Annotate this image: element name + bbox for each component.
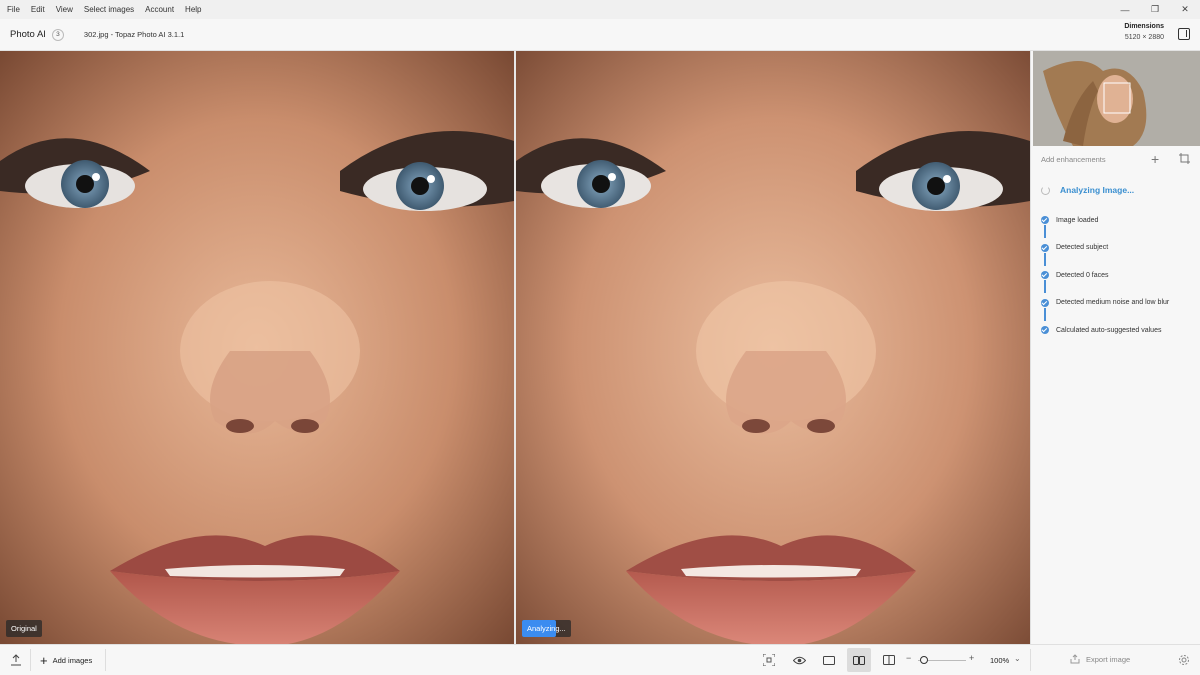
check-icon [1041, 326, 1049, 334]
zoom-level[interactable]: 100% [990, 656, 1009, 665]
original-image [0, 51, 514, 644]
step-connector [1044, 307, 1046, 321]
separator [1030, 649, 1031, 671]
step-label: Image loaded [1056, 216, 1099, 224]
dimensions-info: Dimensions 5120 × 2880 [1124, 23, 1164, 41]
menu-account[interactable]: Account [141, 5, 178, 14]
step-label: Detected medium noise and low blur [1056, 299, 1170, 306]
analysis-steps: Image loaded Detected subject Detected 0… [1041, 213, 1169, 351]
check-icon [1041, 271, 1049, 279]
analysis-step: Detected 0 faces [1041, 268, 1169, 293]
zoom-slider-knob[interactable] [920, 656, 928, 664]
step-label: Detected 0 faces [1056, 271, 1109, 279]
separator [30, 649, 31, 671]
menu-edit[interactable]: Edit [27, 5, 49, 14]
menu-file[interactable]: File [3, 5, 24, 14]
add-images-label: Add images [52, 656, 93, 665]
restore-button[interactable]: ❐ [1140, 0, 1170, 19]
right-sidebar: Add enhancements + Analyzing Image... Im… [1030, 51, 1200, 644]
spinner-icon [1041, 185, 1050, 195]
upload-icon[interactable] [10, 654, 22, 666]
plus-icon: + [40, 653, 48, 668]
analysis-step: Image loaded [1041, 213, 1169, 238]
step-connector [1044, 252, 1046, 266]
chevron-down-icon[interactable]: ⌄ [1014, 654, 1021, 663]
add-images-button[interactable]: + Add images [40, 653, 92, 668]
analyzing-tag-label: Analyzing... [527, 624, 566, 633]
single-view-icon[interactable] [821, 652, 837, 668]
add-enhancement-icon[interactable]: + [1151, 151, 1159, 167]
image-viewer: Original Analyzing... [0, 51, 1030, 644]
bottom-toolbar: + Add images − + 100% ⌄ Export image [0, 644, 1200, 675]
app-badge: 3 [51, 28, 64, 41]
preview-pane[interactable]: Analyzing... [516, 51, 1030, 644]
side-by-side-view-icon[interactable] [847, 648, 871, 672]
crop-icon[interactable] [1179, 153, 1190, 164]
preview-image [516, 51, 1030, 644]
original-pane[interactable]: Original [0, 51, 514, 644]
step-connector [1044, 280, 1046, 293]
export-icon [1070, 654, 1080, 664]
step-label: Calculated auto-suggested values [1056, 326, 1162, 334]
analysis-step: Detected subject [1041, 241, 1169, 266]
split-view-icon[interactable] [881, 652, 897, 668]
minimize-button[interactable]: — [1110, 0, 1140, 19]
export-image-label: Export image [1086, 654, 1131, 664]
analyzing-status-label: Analyzing Image... [1060, 185, 1135, 195]
window-controls: — ❐ ✕ [1110, 0, 1200, 19]
export-image-button[interactable]: Export image [1070, 654, 1130, 664]
analysis-step: Calculated auto-suggested values [1041, 323, 1169, 337]
eye-icon[interactable] [791, 652, 807, 668]
step-connector [1044, 225, 1046, 238]
face-select-icon[interactable] [761, 652, 777, 668]
analysis-step: Detected medium noise and low blur [1041, 296, 1170, 321]
dimensions-label: Dimensions [1124, 23, 1164, 30]
close-button[interactable]: ✕ [1170, 0, 1200, 19]
title-bar: Photo AI 3 302.jpg - Topaz Photo AI 3.1.… [0, 19, 1200, 51]
original-tag: Original [6, 620, 42, 637]
separator [105, 649, 106, 671]
check-icon [1041, 243, 1049, 252]
menu-view[interactable]: View [52, 5, 77, 14]
file-title: 302.jpg - Topaz Photo AI 3.1.1 [83, 30, 185, 39]
check-icon [1041, 298, 1049, 307]
menu-select-images[interactable]: Select images [80, 5, 138, 14]
analyzing-tag: Analyzing... [522, 620, 571, 637]
analyzing-status: Analyzing Image... [1041, 185, 1134, 195]
panel-toggle-icon[interactable] [1178, 28, 1190, 40]
menu-bar: File Edit View Select images Account Hel… [0, 0, 1200, 19]
step-label: Detected subject [1056, 244, 1109, 251]
add-enhancements-label: Add enhancements [1041, 155, 1106, 164]
navigator-thumbnail[interactable] [1033, 51, 1200, 146]
settings-icon[interactable] [1178, 654, 1190, 666]
menu-help[interactable]: Help [181, 5, 205, 14]
app-name[interactable]: Photo AI [10, 29, 46, 40]
check-icon [1041, 216, 1049, 224]
zoom-out-icon[interactable]: − [906, 653, 911, 663]
dimensions-value: 5120 × 2880 [1124, 34, 1164, 41]
thumbnail-image [1033, 51, 1200, 146]
zoom-in-icon[interactable]: + [969, 653, 974, 663]
